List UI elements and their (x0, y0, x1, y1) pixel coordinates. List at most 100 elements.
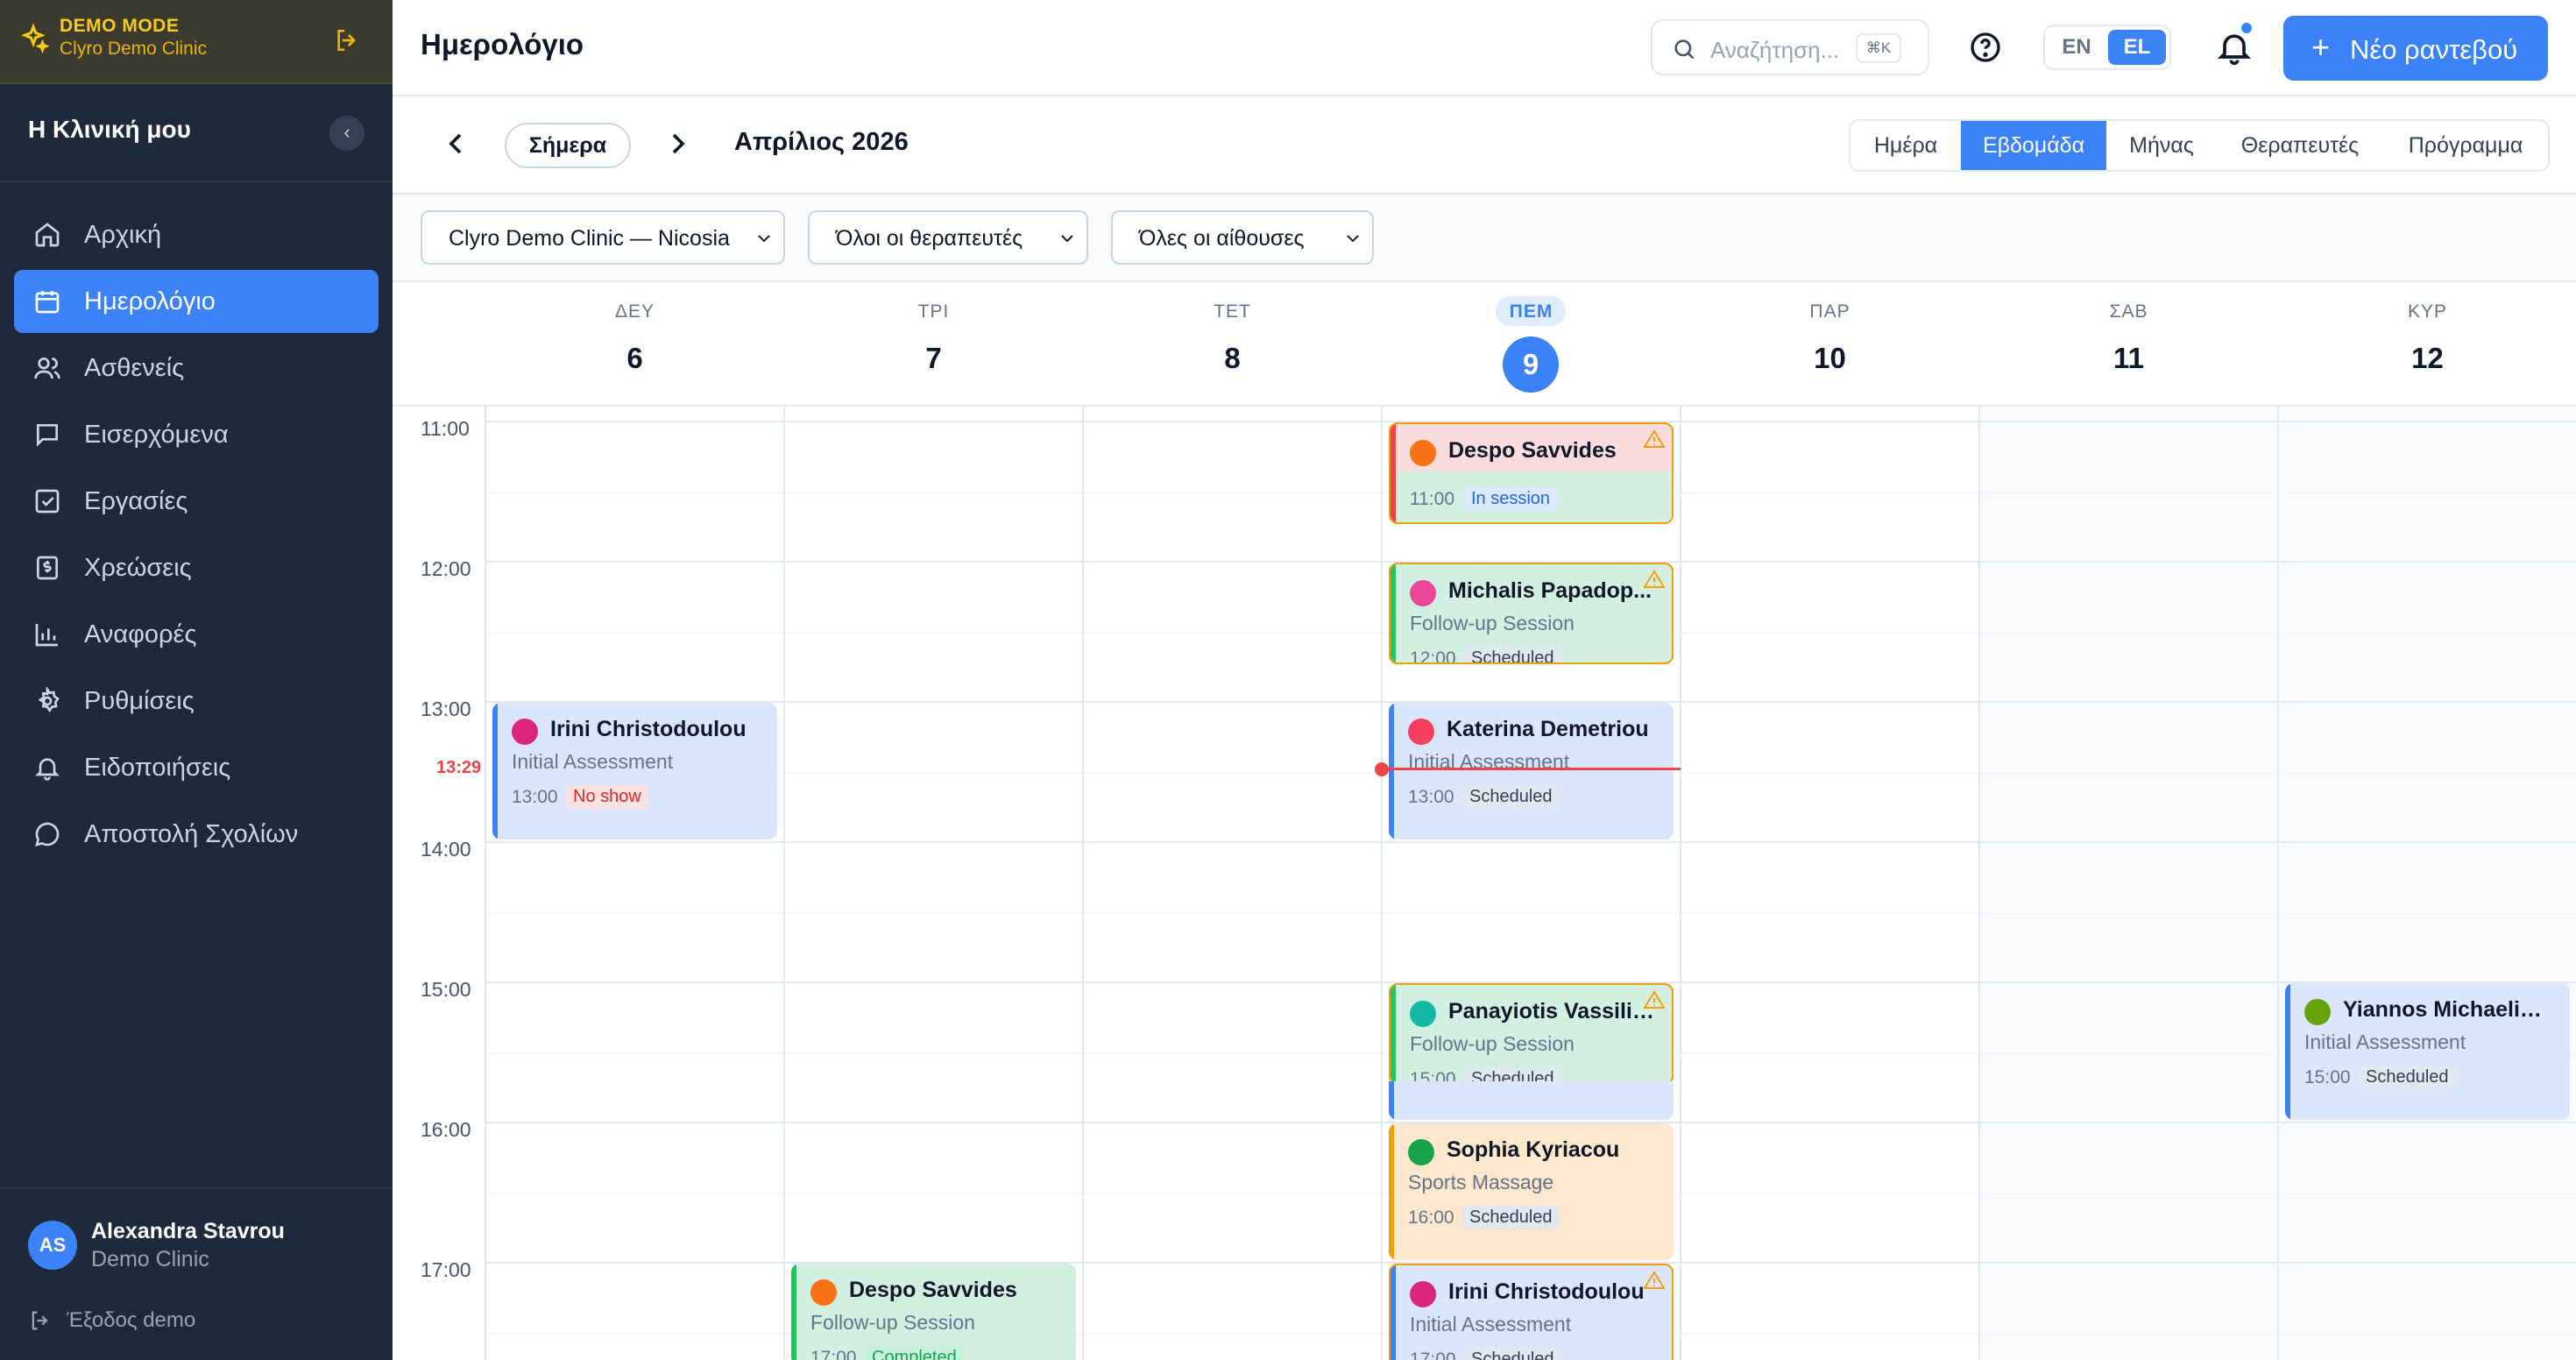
appointment-card[interactable]: Yiannos Michaelid... Initial Assessment 15… (2285, 983, 2570, 1120)
sidebar-item-patients[interactable]: Ασθενείς (14, 336, 379, 400)
today-button[interactable]: Σήμερα (505, 123, 631, 168)
sidebar-item-settings[interactable]: Ρυθμίσεις (14, 669, 379, 733)
appointment-patient: Despo Savvides (1448, 438, 1617, 463)
appointment-patient: Sophia Kyriacou (1447, 1137, 1620, 1162)
lang-en-button[interactable]: EN (2049, 30, 2105, 65)
appointment-card[interactable]: Sophia Kyriacou Sports Massage 16:00 Schedu… (1389, 1123, 1674, 1260)
warning-icon (1644, 1271, 1665, 1289)
hour-label: 15:00 (421, 978, 471, 1001)
appointment-card-tail[interactable] (1389, 1081, 1674, 1120)
day-of-week: ΠΑΡ (1809, 301, 1851, 322)
patient-avatar-icon (1408, 719, 1434, 745)
day-column-header[interactable]: ΣΑΒ 11 (1979, 282, 2278, 405)
appointment-patient: Katerina Demetriou (1447, 717, 1649, 741)
sidebar: DEMO MODE Clyro Demo Clinic Η Κλινική μο… (0, 0, 393, 1360)
new-appointment-button[interactable]: + Νέο ραντεβού (2283, 16, 2548, 81)
check-square-icon (35, 489, 60, 514)
appointment-patient: Irini Christodoulou (1448, 1279, 1645, 1304)
avatar[interactable]: AS (28, 1221, 77, 1270)
day-of-week: ΔΕΥ (614, 301, 655, 322)
appointment-patient: Michalis Papadop... (1448, 578, 1652, 603)
day-of-week: ΚΥΡ (2407, 301, 2448, 322)
appointment-card[interactable]: Katerina Demetriou Initial Assessment 13:0… (1389, 703, 1674, 839)
appointment-time: 16:00 (1408, 1208, 1454, 1228)
chevron-left-icon[interactable] (438, 126, 473, 161)
sidebar-item-tasks[interactable]: Εργασίες (14, 470, 379, 533)
appointment-card[interactable]: Michalis Papadop... Follow-up Session 12:0… (1389, 563, 1674, 664)
status-bar (1389, 1123, 1394, 1260)
day-of-week: ΤΡΙ (917, 301, 950, 322)
week-calendar: ΔΕΥ 6 ΤΡΙ 7 ΤΕΤ 8 ΠΕΜ 9 ΠΑΡ 10 ΣΑΒ 11 ΚΥΡ 12 11:00 12:… (393, 282, 2576, 1360)
day-column-header[interactable]: ΠΑΡ 10 (1681, 282, 1979, 405)
column-divider (2277, 407, 2279, 1360)
day-column-header[interactable]: ΤΡΙ 7 (784, 282, 1083, 405)
new-appointment-label: Νέο ραντεβού (2350, 34, 2518, 65)
appointment-time: 12:00 (1410, 648, 1456, 664)
status-bar (1389, 1081, 1394, 1120)
logout-label: Έξοδος demo (67, 1308, 196, 1332)
appointment-card[interactable]: Irini Christodoulou Initial Assessment 13:… (492, 703, 777, 839)
search-input[interactable]: Αναζήτηση... ⌘K (1651, 19, 1929, 75)
logout-demo-button[interactable]: Έξοδος demo (28, 1305, 361, 1336)
tab-week[interactable]: Εβδομάδα (1961, 121, 2106, 170)
time-grid: 11:00 12:00 13:00 14:00 15:00 16:00 17:00 Despo… (393, 407, 2576, 1360)
appointment-card[interactable]: Despo Savvides 11:00 In session (1389, 422, 1674, 524)
status-bar (1391, 564, 1396, 662)
help-icon[interactable] (1968, 30, 2003, 65)
day-number: 9 (1503, 336, 1559, 393)
hour-label: 12:00 (421, 557, 471, 580)
tab-schedule[interactable]: Πρόγραμμα (2383, 121, 2548, 170)
sidebar-item-reports[interactable]: Αναφορές (14, 603, 379, 666)
day-column-header[interactable]: ΚΥΡ 12 (2278, 282, 2576, 405)
appointment-patient: Despo Savvides (849, 1278, 1017, 1302)
sidebar-item-feedback[interactable]: Αποστολή Σχολίων (14, 803, 379, 866)
chevron-down-icon (1061, 235, 1073, 243)
hour-label: 14:00 (421, 838, 471, 861)
chevron-down-icon (758, 235, 770, 243)
status-bar (1391, 985, 1396, 1083)
sidebar-item-label: Χρεώσεις (84, 554, 192, 582)
day-column-header[interactable]: ΤΕΤ 8 (1083, 282, 1382, 405)
column-divider (1978, 407, 1980, 1360)
status-badge: No show (566, 785, 648, 809)
appointment-service: Initial Assessment (512, 750, 674, 773)
collapse-sidebar-button[interactable]: ‹ (329, 116, 364, 151)
exit-demo-icon[interactable] (333, 26, 361, 54)
sparkles-icon (21, 23, 49, 53)
therapist-select[interactable]: Όλοι οι θεραπευτές (808, 210, 1088, 265)
home-icon (35, 223, 60, 247)
patient-avatar-icon (1410, 440, 1436, 466)
dollar-receipt-icon (37, 556, 58, 580)
chevron-right-icon[interactable] (661, 126, 696, 161)
status-badge: Scheduled (1462, 1206, 1560, 1229)
filters-bar: Clyro Demo Clinic — Nicosia Όλοι οι θερα… (393, 195, 2576, 282)
sidebar-item-billing[interactable]: Χρεώσεις (14, 536, 379, 599)
tab-day[interactable]: Ημέρα (1851, 121, 1961, 170)
warning-icon (1644, 990, 1665, 1009)
sidebar-item-inbox[interactable]: Εισερχόμενα (14, 403, 379, 466)
location-select[interactable]: Clyro Demo Clinic — Nicosia (421, 210, 785, 265)
sidebar-item-notifications[interactable]: Ειδοποιήσεις (14, 736, 379, 799)
appointment-patient: Panayiotis Vassiliou (1448, 999, 1654, 1024)
notifications-button[interactable] (2215, 21, 2254, 67)
day-column-header[interactable]: ΠΕΜ 9 (1382, 282, 1681, 405)
hour-label: 13:00 (421, 698, 471, 720)
current-time-label: 13:29 (436, 758, 482, 778)
day-column-header[interactable]: ΔΕΥ 6 (485, 282, 784, 405)
sidebar-item-calendar[interactable]: Ημερολόγιο (14, 270, 379, 333)
appointment-card[interactable]: Panayiotis Vassiliou Follow-up Session 15:… (1389, 983, 1674, 1085)
appointment-card[interactable]: Irini Christodoulou Initial Assessment 17:… (1389, 1264, 1674, 1360)
demo-mode-label: DEMO MODE (60, 16, 180, 36)
tab-therapists[interactable]: Θεραπευτές (2217, 121, 2383, 170)
day-header-row: ΔΕΥ 6 ΤΡΙ 7 ΤΕΤ 8 ΠΕΜ 9 ΠΑΡ 10 ΣΑΒ 11 ΚΥΡ 12 (393, 282, 2576, 407)
patient-avatar-icon (1408, 1139, 1434, 1165)
warning-icon (1644, 570, 1665, 588)
appointment-card[interactable]: Despo Savvides Follow-up Session 17:00 Comp… (791, 1264, 1076, 1360)
lang-el-button[interactable]: EL (2108, 30, 2166, 65)
room-select[interactable]: Όλες οι αίθουσες (1111, 210, 1374, 265)
search-shortcut: ⌘K (1856, 33, 1901, 63)
tab-month[interactable]: Μήνας (2106, 121, 2217, 170)
demo-banner: DEMO MODE Clyro Demo Clinic (0, 0, 393, 84)
sidebar-item-label: Εισερχόμενα (84, 421, 229, 449)
sidebar-item-home[interactable]: Αρχική (14, 203, 379, 266)
